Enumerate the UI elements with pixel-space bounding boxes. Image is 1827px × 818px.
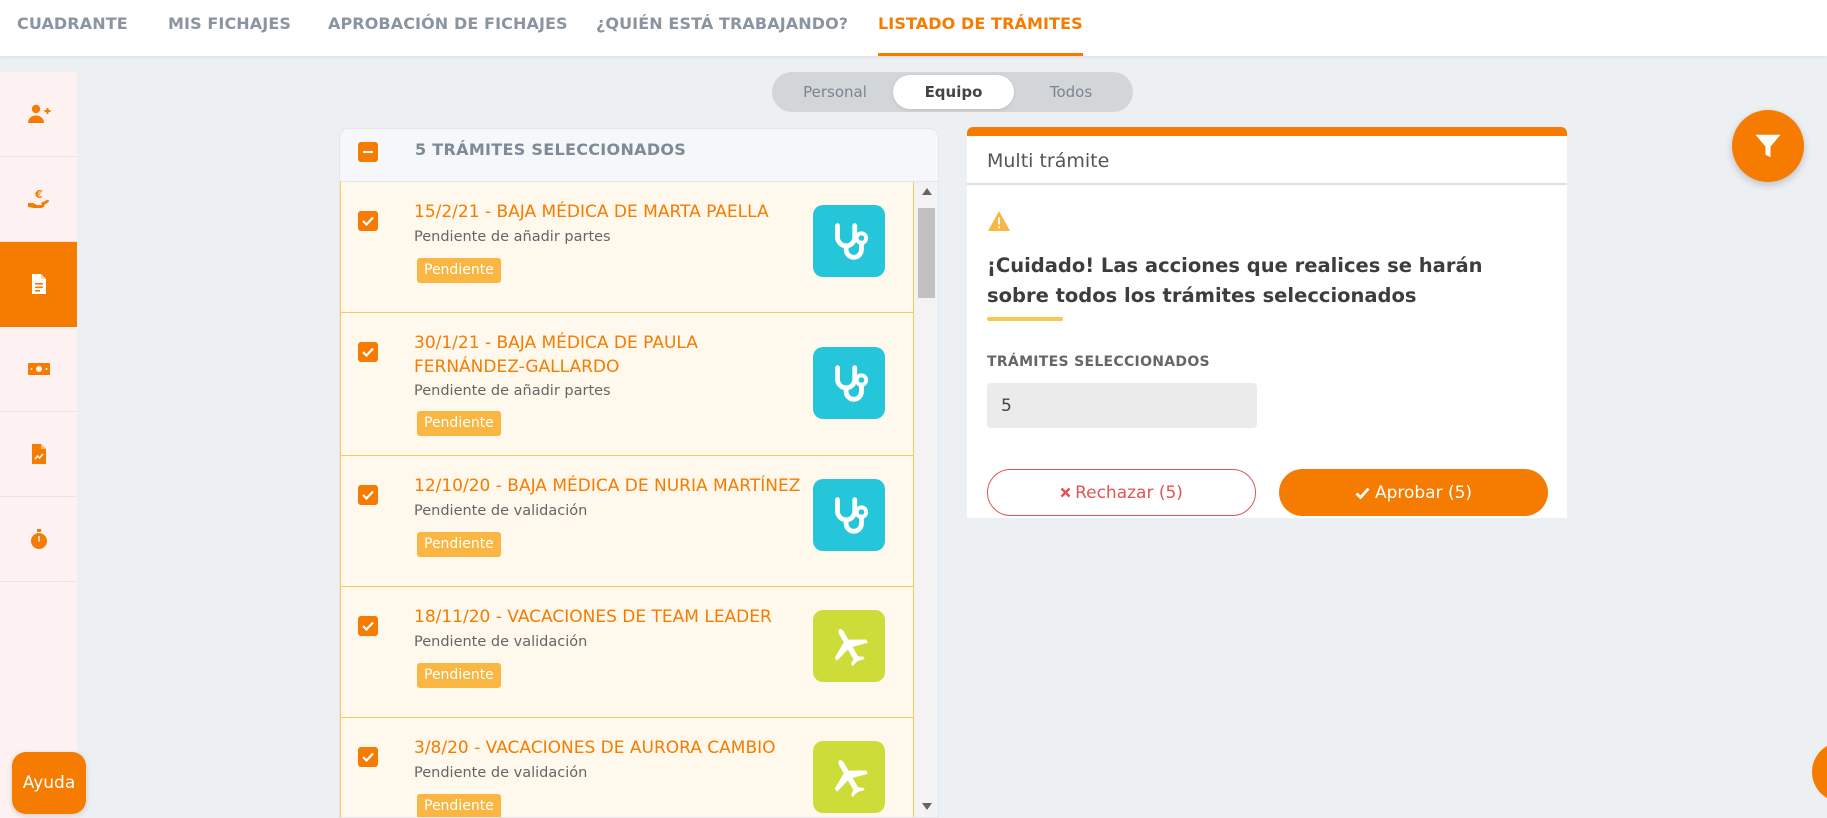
item-type-tile — [813, 741, 885, 813]
checkmark-icon — [362, 216, 374, 226]
selected-count-field[interactable] — [987, 383, 1257, 428]
tab-cuadrante[interactable]: CUADRANTE — [17, 0, 128, 56]
sidebar-item-payments[interactable]: € — [0, 157, 77, 242]
reject-button[interactable]: Rechazar (5) — [987, 469, 1256, 516]
checkmark-icon — [362, 621, 374, 631]
sidebar-item-reports[interactable] — [0, 412, 77, 497]
item-subtitle: Pendiente de añadir partes — [414, 383, 611, 399]
list-item[interactable]: 3/8/20 - VACACIONES DE AURORA CAMBIO Pen… — [340, 718, 914, 817]
check-icon — [1355, 487, 1370, 499]
item-checkbox[interactable] — [358, 616, 378, 636]
status-badge: Pendiente — [417, 532, 501, 557]
item-checkbox[interactable] — [358, 211, 378, 231]
status-badge: Pendiente — [417, 411, 501, 436]
item-checkbox[interactable] — [358, 747, 378, 767]
file-chart-icon — [31, 444, 46, 464]
status-badge: Pendiente — [417, 663, 501, 688]
selected-count-label: TRÁMITES SELECCIONADOS — [987, 354, 1210, 370]
segment-todos[interactable]: Todos — [1012, 75, 1130, 109]
warning-message: ¡Cuidado! Las acciones que realices se h… — [987, 254, 1483, 307]
selected-count-heading: 5 TRÁMITES SELECCIONADOS — [415, 140, 687, 159]
checkmark-icon — [362, 752, 374, 762]
airplane-icon — [834, 760, 868, 798]
tramites-list: 15/2/21 - BAJA MÉDICA DE MARTA PAELLA Pe… — [340, 182, 914, 817]
list-item[interactable]: 12/10/20 - BAJA MÉDICA DE NURIA MARTÍNEZ… — [340, 456, 914, 587]
money-bill-icon — [27, 363, 50, 375]
list-item[interactable]: 30/1/21 - BAJA MÉDICA DE PAULA FERNÁNDEZ… — [340, 313, 914, 456]
stethoscope-icon — [835, 497, 869, 534]
warning-icon — [987, 210, 1011, 236]
tramites-list-panel: 5 TRÁMITES SELECCIONADOS 15/2/21 - BAJA … — [339, 128, 939, 818]
top-navigation: CUADRANTE MIS FICHAJES APROBACIÓN DE FIC… — [0, 0, 1827, 56]
item-type-tile — [813, 347, 885, 419]
tab-mis-fichajes[interactable]: MIS FICHAJES — [168, 0, 291, 56]
svg-text:€: € — [34, 188, 43, 201]
stethoscope-icon — [835, 223, 869, 260]
divider — [967, 183, 1567, 185]
airplane-icon — [834, 629, 868, 667]
warning-underline — [987, 317, 1063, 321]
close-icon — [1060, 487, 1071, 498]
item-title: 15/2/21 - BAJA MÉDICA DE MARTA PAELLA — [414, 202, 769, 222]
multi-tramite-panel: Multi trámite ¡Cuidado! Las acciones que… — [967, 127, 1567, 518]
sidebar-item-money[interactable] — [0, 327, 77, 412]
list-item[interactable]: 15/2/21 - BAJA MÉDICA DE MARTA PAELLA Pe… — [340, 182, 914, 313]
item-type-tile — [813, 205, 885, 277]
item-type-tile — [813, 479, 885, 551]
tab-quien-esta-trabajando[interactable]: ¿QUIÉN ESTÁ TRABAJANDO? — [596, 0, 848, 56]
sidebar-item-add-user[interactable] — [0, 72, 77, 157]
sidebar: € — [0, 72, 77, 818]
scope-segmented-control: Personal Equipo Todos — [772, 72, 1133, 112]
document-icon — [31, 274, 46, 294]
filter-icon — [1755, 134, 1781, 158]
item-subtitle: Pendiente de validación — [414, 634, 588, 650]
item-checkbox[interactable] — [358, 485, 378, 505]
tab-listado-tramites[interactable]: LISTADO DE TRÁMITES — [878, 0, 1083, 56]
item-title: 12/10/20 - BAJA MÉDICA DE NURIA MARTÍNEZ — [414, 476, 801, 496]
status-badge: Pendiente — [417, 794, 501, 817]
tab-aprobacion-fichajes[interactable]: APROBACIÓN DE FICHAJES — [328, 0, 568, 56]
filter-button[interactable] — [1732, 110, 1804, 182]
status-badge: Pendiente — [417, 258, 501, 283]
list-item[interactable]: 18/11/20 - VACACIONES DE TEAM LEADER Pen… — [340, 587, 914, 718]
item-subtitle: Pendiente de validación — [414, 765, 588, 781]
checkmark-icon — [362, 347, 374, 357]
checkmark-icon — [362, 490, 374, 500]
item-type-tile — [813, 610, 885, 682]
select-all-checkbox[interactable] — [358, 142, 378, 162]
add-user-icon — [27, 104, 50, 123]
item-title: 30/1/21 - BAJA MÉDICA DE PAULA FERNÁNDEZ… — [414, 333, 698, 377]
euro-hand-icon: € — [27, 188, 49, 208]
panel-title: Multi trámite — [987, 150, 1110, 172]
stethoscope-icon — [835, 365, 869, 402]
approve-button[interactable]: Aprobar (5) — [1279, 469, 1548, 516]
scroll-down-arrow-icon[interactable] — [922, 803, 932, 810]
help-button[interactable]: Ayuda — [12, 752, 86, 814]
sidebar-item-timer[interactable] — [0, 497, 77, 582]
scroll-up-arrow-icon[interactable] — [922, 188, 932, 195]
stopwatch-icon — [30, 529, 47, 549]
item-title: 18/11/20 - VACACIONES DE TEAM LEADER — [414, 607, 772, 627]
item-subtitle: Pendiente de añadir partes — [414, 229, 611, 245]
help-button-label: Ayuda — [22, 773, 76, 793]
scroll-thumb[interactable] — [918, 208, 935, 298]
item-subtitle: Pendiente de validación — [414, 503, 588, 519]
secondary-floating-button[interactable] — [1812, 742, 1827, 802]
approve-button-label: Aprobar (5) — [1374, 482, 1473, 503]
segment-personal[interactable]: Personal — [775, 75, 895, 109]
item-title: 3/8/20 - VACACIONES DE AURORA CAMBIO — [414, 738, 776, 758]
list-scrollbar[interactable] — [914, 182, 938, 817]
sidebar-item-tramites[interactable] — [0, 242, 77, 327]
reject-button-label: Rechazar (5) — [1075, 482, 1183, 503]
segment-equipo[interactable]: Equipo — [893, 75, 1014, 109]
item-checkbox[interactable] — [358, 342, 378, 362]
list-header: 5 TRÁMITES SELECCIONADOS — [340, 129, 938, 182]
